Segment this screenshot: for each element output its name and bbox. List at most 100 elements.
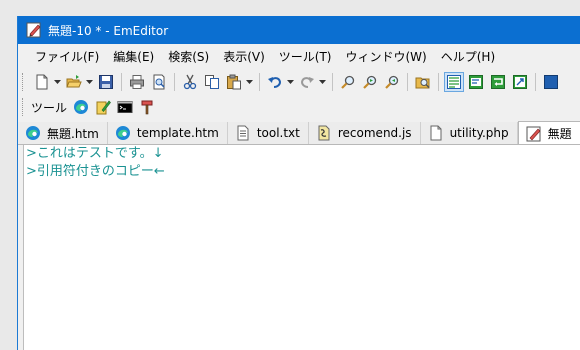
redo-button[interactable] [297, 72, 317, 92]
menu-file[interactable]: ファイル(F) [18, 46, 106, 68]
paste-button[interactable] [224, 72, 244, 92]
edge-icon [74, 100, 89, 114]
toolbar-grip[interactable] [22, 98, 26, 116]
chevron-down-icon [286, 79, 294, 84]
save-button[interactable] [96, 72, 116, 92]
standard-toolbar [18, 69, 580, 94]
toolbar-separator [407, 72, 408, 91]
tab-label: 無題.htm [47, 126, 99, 141]
blank-file-icon [430, 125, 442, 141]
toolbar-separator [174, 72, 175, 91]
chevron-down-icon [53, 79, 61, 84]
new-file-dropdown[interactable] [53, 72, 61, 92]
paste-icon [227, 74, 241, 89]
tool-cmd-button[interactable] [115, 97, 135, 117]
redo-dropdown[interactable] [318, 72, 326, 92]
wrap-window-icon [469, 74, 483, 89]
tab-mudai-htm[interactable]: 無題.htm [18, 122, 108, 144]
wrap-page-icon [491, 74, 505, 89]
chevron-down-icon [85, 79, 93, 84]
toolbar-separator [438, 72, 439, 91]
save-icon [99, 74, 113, 89]
menu-search[interactable]: 検索(S) [161, 46, 216, 68]
menu-help[interactable]: ヘルプ(H) [434, 46, 502, 68]
newline-mark: ↓ [152, 146, 164, 161]
find-next-button[interactable] [360, 72, 380, 92]
chevron-down-icon [318, 79, 326, 84]
edge-icon [26, 126, 40, 140]
scissors-icon [183, 74, 197, 89]
copy-button[interactable] [202, 72, 222, 92]
redo-icon [300, 76, 314, 88]
find-next-icon [363, 75, 377, 89]
hammer-icon [141, 100, 153, 115]
print-button[interactable] [127, 72, 147, 92]
tab-template-htm[interactable]: template.htm [107, 122, 228, 144]
editor-line: >引用符付きのコピー← [24, 163, 580, 181]
command-prompt-icon [117, 101, 133, 113]
toolbar-separator [121, 72, 122, 91]
chevron-down-icon [245, 79, 253, 84]
tools-toolbar: ツール [18, 95, 580, 119]
document-tab-bar: 無題.htm template.htm tool.txt recomend.js… [18, 120, 580, 145]
tool-edge-button[interactable] [71, 97, 91, 117]
line-text: >これはテストです。 [26, 146, 153, 161]
undo-button[interactable] [265, 72, 285, 92]
toolbar-grip[interactable] [22, 72, 26, 91]
find-in-files-icon [415, 77, 430, 88]
menu-window[interactable]: ウィンドウ(W) [339, 46, 434, 68]
wrap-window-button[interactable] [466, 72, 486, 92]
menu-view[interactable]: 表示(V) [216, 46, 272, 68]
toolbar-separator [535, 72, 536, 91]
title-bar[interactable]: 無題-10 * - EmEditor [18, 16, 580, 44]
line-text: >引用符付きのコピー [26, 164, 154, 179]
cut-button[interactable] [180, 72, 200, 92]
copy-icon [205, 74, 219, 89]
toolbar-separator [259, 72, 260, 91]
blue-toolbar-icon [544, 74, 558, 89]
open-button[interactable] [64, 72, 84, 92]
tab-mudai-active[interactable]: 無題 [517, 121, 580, 144]
tools-label: ツール [31, 100, 68, 115]
print-preview-button[interactable] [149, 72, 169, 92]
magnifier-icon [341, 75, 355, 89]
menu-tools[interactable]: ツール(T) [272, 46, 339, 68]
tab-label: template.htm [136, 126, 219, 140]
new-file-button[interactable] [32, 72, 52, 92]
open-folder-icon [66, 74, 82, 87]
menu-bar: ファイル(F) 編集(E) 検索(S) 表示(V) ツール(T) ウィンドウ(W… [18, 46, 580, 68]
wrap-none-button[interactable] [444, 71, 464, 92]
paste-dropdown[interactable] [245, 72, 253, 92]
text-editor-area[interactable]: >これはテストです。↓ >引用符付きのコピー← [23, 145, 580, 350]
tool-edit-button[interactable] [93, 97, 113, 117]
toolbar-overflow-button[interactable] [541, 72, 561, 92]
find-button[interactable] [338, 72, 358, 92]
find-previous-icon [385, 75, 399, 89]
tab-label: 無題 [547, 127, 572, 141]
wrap-char-icon [513, 74, 527, 89]
undo-dropdown[interactable] [286, 72, 294, 92]
tab-recomend-js[interactable]: recomend.js [308, 122, 421, 144]
tool-hammer-button[interactable] [137, 97, 157, 117]
wrap-char-button[interactable] [510, 72, 530, 92]
wrap-page-button[interactable] [488, 72, 508, 92]
tab-utility-php[interactable]: utility.php [420, 122, 518, 144]
tab-label: tool.txt [256, 126, 300, 140]
edge-icon [115, 126, 130, 140]
menu-edit[interactable]: 編集(E) [106, 46, 161, 68]
tab-label: utility.php [449, 126, 509, 140]
editor-line: >これはテストです。↓ [24, 145, 580, 163]
find-previous-button[interactable] [382, 72, 402, 92]
undo-icon [268, 76, 282, 88]
open-dropdown[interactable] [85, 72, 93, 92]
notepad-pencil-icon [96, 100, 111, 115]
new-file-icon [36, 74, 48, 89]
printer-icon [130, 74, 144, 89]
emeditor-icon [526, 126, 541, 141]
js-file-icon [318, 125, 330, 141]
emeditor-app-icon[interactable] [26, 22, 42, 38]
toolbar-separator [332, 72, 333, 91]
find-in-files-button[interactable] [413, 72, 433, 92]
tab-tool-txt[interactable]: tool.txt [227, 122, 309, 144]
tab-label: recomend.js [337, 126, 412, 140]
